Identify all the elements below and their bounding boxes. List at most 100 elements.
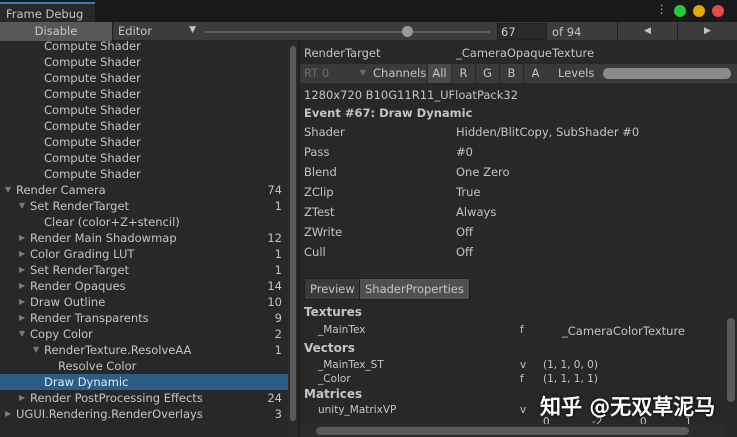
tree-item[interactable]: ▶ Color Grading LUT 1 [0,246,288,262]
channel-all-button[interactable]: All [427,64,451,83]
property-name: unity_MatrixVP [318,404,397,416]
tree-item-label: Draw Outline [30,295,106,309]
tree-item-label: Copy Color [30,327,93,341]
tree-item[interactable]: ▼ RenderTexture.ResolveAA 1 [0,342,288,358]
tree-item-label: Compute Shader [44,167,141,181]
tab-preview[interactable]: Preview [304,278,361,300]
tree-item-count: 3 [274,407,282,421]
event-prop-value: Always [456,205,497,219]
tree-item[interactable]: ▼ Render Camera 74 [0,182,288,198]
tree-item[interactable]: Compute Shader [0,41,288,54]
tree-item-count: 1 [274,343,282,357]
tree-item[interactable]: Compute Shader [0,70,288,86]
event-prop-label: Blend [304,165,337,179]
tree-item[interactable]: Compute Shader [0,54,288,70]
event-prop-label: Cull [304,245,326,259]
prev-icon: ◀ [644,26,651,36]
tree-item-label: Compute Shader [44,151,141,165]
tree-item[interactable]: ▼ Copy Color 2 [0,326,288,342]
frame-slider[interactable] [205,31,490,33]
tree-scrollbar-thumb[interactable] [290,46,296,421]
tab-shader-properties[interactable]: ShaderProperties [359,278,470,300]
tree-item[interactable]: Resolve Color [0,358,288,374]
tree-item-count: 1 [274,247,282,261]
tree-item[interactable]: Draw Dynamic [0,374,288,390]
tree-item[interactable]: ▶ Render Transparents 9 [0,310,288,326]
expand-open-icon[interactable]: ▼ [19,326,25,342]
expand-closed-icon[interactable]: ▶ [19,294,25,310]
tree-item[interactable]: Compute Shader [0,102,288,118]
tree-item[interactable]: ▶ Draw Outline 10 [0,294,288,310]
property-value: (1, 1, 0, 0) [543,359,598,371]
tree-item[interactable]: Compute Shader [0,134,288,150]
channel-a-button[interactable]: A [523,64,547,83]
next-frame-button[interactable]: ▶ [677,22,737,41]
tree-item[interactable]: Compute Shader [0,86,288,102]
tree-item[interactable]: ▶ Set RenderTarget 1 [0,262,288,278]
tree-item-count: 2 [274,327,282,341]
tree-item-label: Compute Shader [44,119,141,133]
matrices-heading: Matrices [304,387,363,401]
green-dot-icon[interactable] [674,5,686,17]
event-tree: Compute Shader Compute Shader Compute Shad… [0,41,288,437]
property-type: v [520,404,527,416]
channel-g-button[interactable]: G [475,64,499,83]
expand-closed-icon[interactable]: ▶ [19,262,25,278]
prev-frame-button[interactable]: ◀ [617,22,677,41]
expand-closed-icon[interactable]: ▶ [19,390,25,406]
expand-open-icon[interactable]: ▼ [19,198,25,214]
tree-item-count: 24 [267,391,282,405]
property-type: f [520,324,524,336]
tree-item[interactable]: Compute Shader [0,150,288,166]
vectors-heading: Vectors [304,341,355,355]
more-options-icon[interactable]: ⋮ [656,2,668,16]
tree-item[interactable]: Compute Shader [0,166,288,182]
yellow-dot-icon[interactable] [693,5,705,17]
properties-hscrollbar-thumb[interactable] [316,427,689,435]
frame-input[interactable]: 67 [497,23,547,40]
tree-item-label: Compute Shader [44,55,141,69]
frame-count-label: of 94 [552,25,582,39]
channel-r-button[interactable]: R [451,64,475,83]
rt-select-value: RT 0 [304,66,330,80]
expand-closed-icon[interactable]: ▶ [19,310,25,326]
disable-button[interactable]: Disable [0,22,113,41]
property-type: v [520,359,527,371]
chevron-down-icon: ▼ [359,68,366,77]
event-prop-value: True [456,185,481,199]
tree-item-label: Render Main Shadowmap [30,231,177,245]
tree-item-label: Compute Shader [44,41,141,53]
expand-closed-icon[interactable]: ▶ [5,406,11,422]
event-prop-label: ZWrite [304,225,343,239]
properties-vscrollbar-thumb[interactable] [727,318,735,402]
target-dropdown[interactable]: Editor ▼ [114,22,200,41]
red-dot-icon[interactable] [712,5,724,17]
tree-item-count: 1 [274,199,282,213]
tree-item[interactable]: ▶ UGUI.Rendering.RenderOverlays 3 [0,406,288,422]
render-target-label: RenderTarget [304,46,381,60]
tree-item-label: Resolve Color [58,359,137,373]
tree-item[interactable]: ▶ Render Main Shadowmap 12 [0,230,288,246]
levels-slider[interactable] [603,68,731,79]
event-prop-label: Shader [304,125,345,139]
property-name: _MainTex [318,324,366,336]
tree-item[interactable]: ▶ Render PostProcessing Effects 24 [0,390,288,406]
expand-closed-icon[interactable]: ▶ [19,230,25,246]
tree-item[interactable]: ▼ Set RenderTarget 1 [0,198,288,214]
channel-b-button[interactable]: B [499,64,523,83]
tree-item[interactable]: Clear (color+Z+stencil) [0,214,288,230]
render-target-value: _CameraOpaqueTexture [456,46,595,60]
expand-closed-icon[interactable]: ▶ [19,278,25,294]
tree-item-count: 9 [274,311,282,325]
tree-item-count: 14 [267,279,282,293]
expand-open-icon[interactable]: ▼ [33,342,39,358]
panel-divider[interactable] [298,41,300,437]
rt-select[interactable]: RT 0 ▼ [304,66,366,80]
tree-item[interactable]: Compute Shader [0,118,288,134]
expand-closed-icon[interactable]: ▶ [19,246,25,262]
levels-label: Levels [558,66,595,80]
tab-frame-debug[interactable]: Frame Debug [0,2,95,22]
expand-open-icon[interactable]: ▼ [5,182,11,198]
tree-item[interactable]: ▶ Render Opaques 14 [0,278,288,294]
chevron-down-icon: ▼ [189,25,196,35]
